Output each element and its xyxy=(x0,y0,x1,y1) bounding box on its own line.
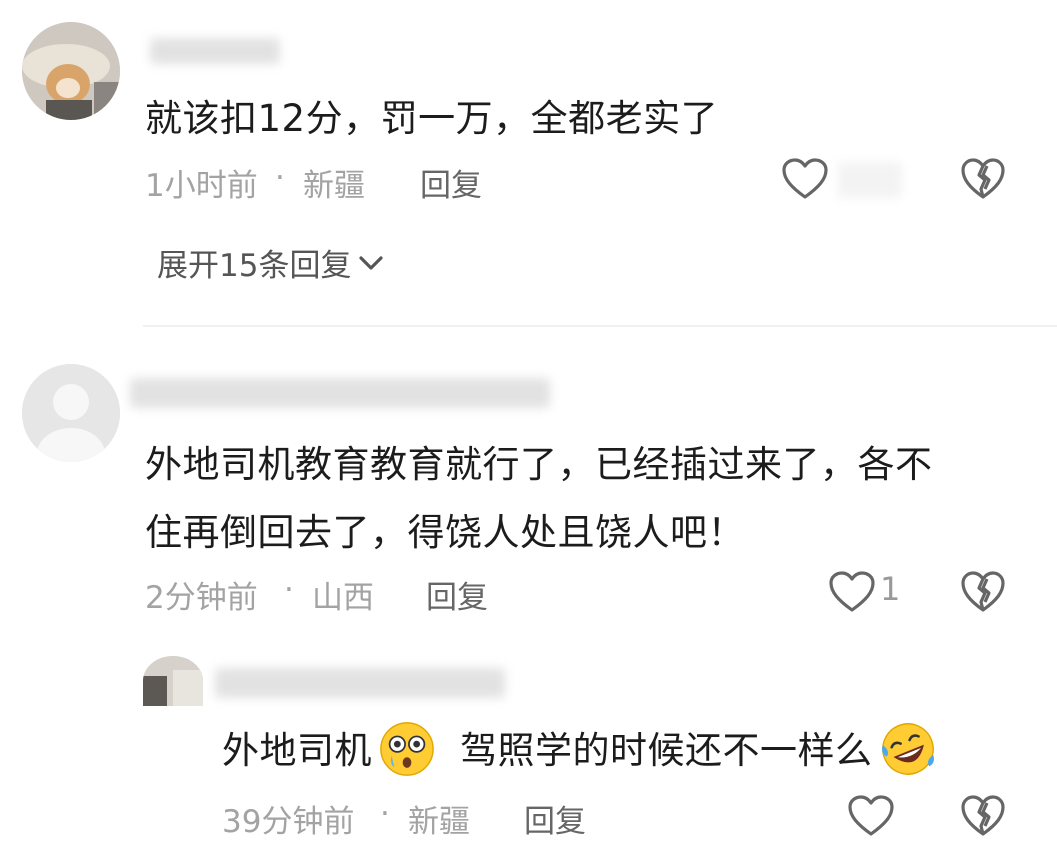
broken-heart-icon[interactable] xyxy=(960,570,1006,614)
username-blurred[interactable] xyxy=(215,668,505,698)
heart-outline-icon[interactable] xyxy=(781,157,829,201)
reply-button[interactable]: 回复 xyxy=(420,160,482,205)
comment-location: 山西 xyxy=(312,580,374,616)
reply-text-part-1: 外地司机 xyxy=(222,729,372,772)
reply-comment-text: 外地司机 驾照学的时候还不一样么 xyxy=(222,720,943,782)
comment-time: 1小时前 xyxy=(145,168,258,204)
comment-text-line-2: 住再倒回去了，得饶人处且饶人吧！ xyxy=(145,511,745,554)
comment-location: 新疆 xyxy=(408,804,470,840)
like-count-blurred xyxy=(838,162,902,198)
reply-button[interactable]: 回复 xyxy=(524,796,586,841)
comment-time: 39分钟前 xyxy=(222,804,355,840)
comment-time: 2分钟前 xyxy=(145,580,258,616)
comment-location: 新疆 xyxy=(303,168,365,204)
reply-text-part-2: 驾照学的时候还不一样么 xyxy=(460,729,873,772)
meta-separator: · xyxy=(275,160,285,196)
broken-heart-icon[interactable] xyxy=(960,157,1006,201)
comment-text-line-1: 外地司机教育教育就行了，已经插过来了，各不 xyxy=(145,443,933,486)
avatar[interactable] xyxy=(22,364,120,462)
avatar[interactable] xyxy=(143,656,203,706)
meta-separator: · xyxy=(380,796,390,832)
heart-outline-icon[interactable] xyxy=(847,794,895,838)
avatar[interactable] xyxy=(22,22,120,120)
heart-outline-icon[interactable] xyxy=(828,570,876,614)
comment-text: 就该扣12分，罚一万，全都老实了 xyxy=(145,97,719,140)
divider xyxy=(143,325,1057,327)
flushed-face-emoji xyxy=(380,721,434,776)
expand-replies-label: 展开15条回复 xyxy=(157,248,352,284)
like-count: 1 xyxy=(880,570,901,608)
chevron-down-icon xyxy=(359,255,384,270)
username-blurred[interactable] xyxy=(150,38,280,64)
meta-separator: · xyxy=(284,572,294,608)
expand-replies-button[interactable]: 展开15条回复 xyxy=(157,240,385,285)
broken-heart-icon[interactable] xyxy=(960,794,1006,838)
username-blurred[interactable] xyxy=(130,378,550,408)
rolling-laughing-emoji xyxy=(881,722,934,775)
reply-button[interactable]: 回复 xyxy=(426,572,488,617)
